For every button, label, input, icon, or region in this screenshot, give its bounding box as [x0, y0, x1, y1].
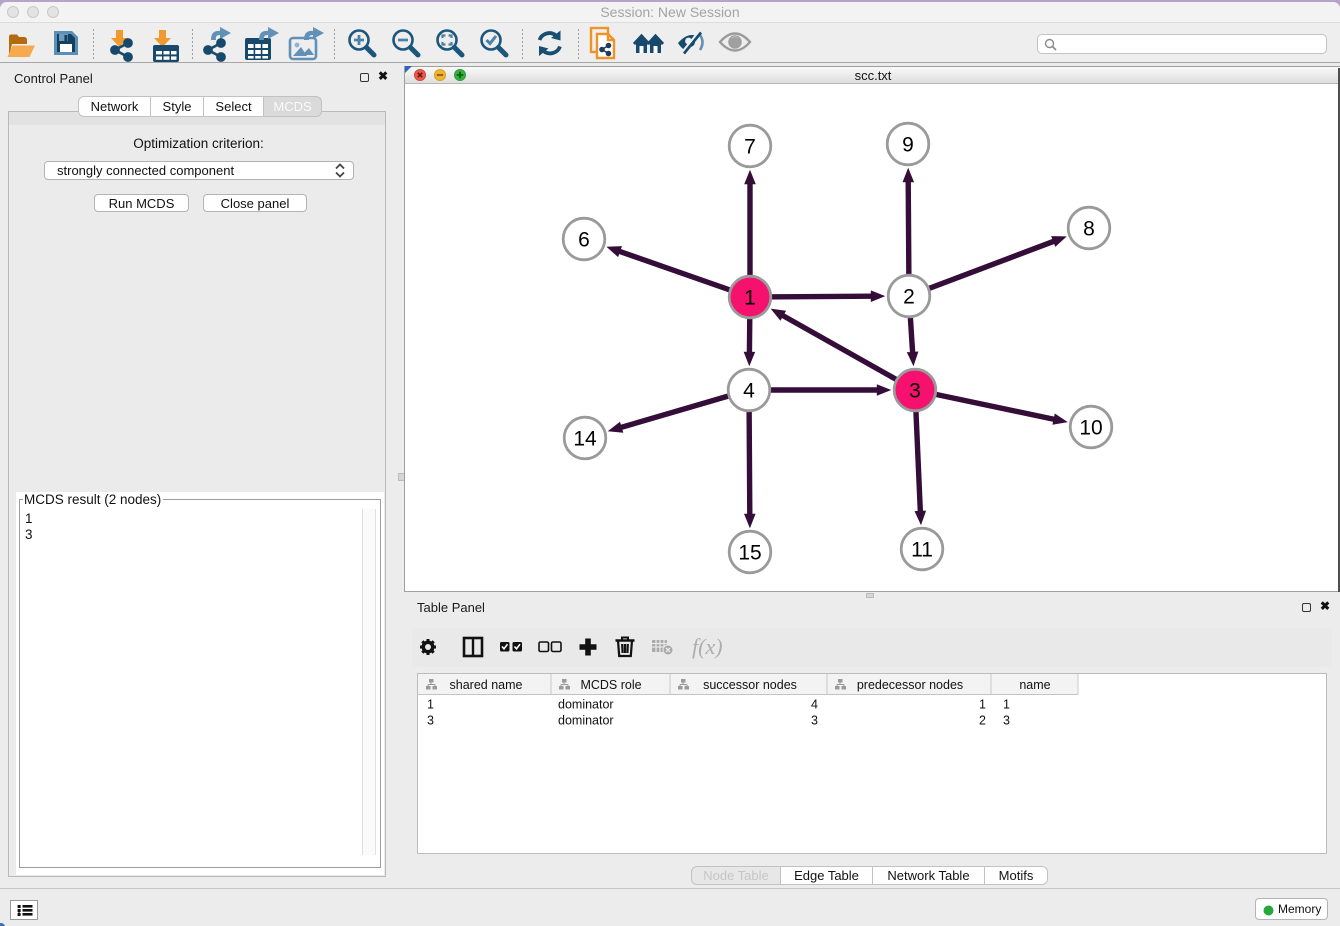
- svg-text:1: 1: [1003, 698, 1010, 712]
- svg-text:successor nodes: successor nodes: [703, 678, 797, 692]
- svg-text:predecessor nodes: predecessor nodes: [857, 678, 963, 692]
- svg-text:3: 3: [1003, 714, 1010, 728]
- svg-text:15: 15: [738, 541, 761, 564]
- svg-text:9: 9: [902, 133, 914, 156]
- svg-text:2: 2: [979, 714, 986, 728]
- svg-text:1: 1: [979, 698, 986, 712]
- svg-text:3: 3: [909, 379, 921, 402]
- svg-text:2: 2: [903, 285, 915, 308]
- svg-text:8: 8: [1083, 217, 1095, 240]
- svg-text:11: 11: [911, 538, 933, 561]
- svg-text:3: 3: [811, 714, 818, 728]
- svg-text:f(x): f(x): [692, 634, 723, 659]
- svg-text:4: 4: [743, 379, 755, 402]
- svg-text:1: 1: [744, 286, 756, 309]
- svg-text:name: name: [1019, 678, 1050, 692]
- svg-text:dominator: dominator: [558, 698, 614, 712]
- svg-text:dominator: dominator: [558, 714, 614, 728]
- svg-text:4: 4: [811, 698, 818, 712]
- svg-text:6: 6: [578, 228, 590, 251]
- svg-text:3: 3: [427, 714, 434, 728]
- svg-text:7: 7: [744, 135, 756, 158]
- svg-text:10: 10: [1079, 416, 1102, 439]
- svg-text:shared name: shared name: [450, 678, 523, 692]
- svg-text:MCDS role: MCDS role: [580, 678, 641, 692]
- svg-text:14: 14: [573, 427, 597, 450]
- svg-text:1: 1: [427, 698, 434, 712]
